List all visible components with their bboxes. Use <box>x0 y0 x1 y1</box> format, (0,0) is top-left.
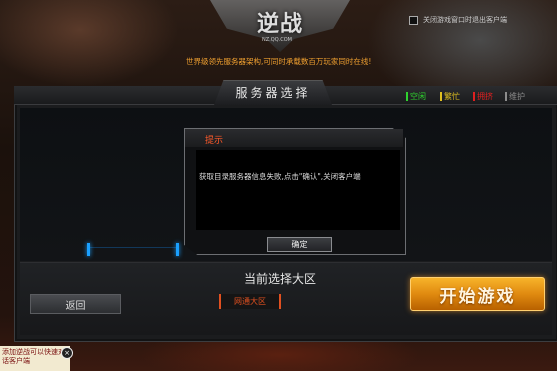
idle-status-icon <box>406 92 408 101</box>
legend-label: 空闲 <box>410 92 426 101</box>
selected-zone-chip: 网通大区 <box>219 294 281 309</box>
logo-text: 逆战 <box>256 12 303 37</box>
legend-label: 维护 <box>509 92 525 101</box>
close-icon[interactable]: × <box>61 347 73 359</box>
legend-idle: 空闲 <box>406 91 426 102</box>
start-game-button[interactable]: 开始游戏 <box>410 277 545 311</box>
zone-tab-right-marker <box>176 243 179 256</box>
server-notice: 世界级领先服务器架构,可同时承载数百万玩家同时在线! <box>186 57 372 66</box>
legend-crowded: 拥挤 <box>473 91 493 102</box>
dialog-body <box>196 150 400 230</box>
panel-title: 服务器选择 <box>235 86 311 100</box>
logo-subtext: NZ.QQ.COM <box>262 37 292 43</box>
legend-label: 拥挤 <box>477 92 493 101</box>
zone-tab-underline <box>90 247 176 248</box>
dialog-message: 获取目录服务器信息失败,点击"确认",关闭客户端 <box>199 172 361 181</box>
legend-maintenance: 维护 <box>505 91 525 102</box>
checkbox-label: 关闭游戏窗口时退出客户端 <box>423 16 507 24</box>
zone-tab-left-marker <box>87 243 90 256</box>
side-promo-note[interactable]: 添加逆战可以快速对话客户端 <box>0 346 70 371</box>
legend-label: 繁忙 <box>444 92 460 101</box>
confirm-button[interactable]: 确定 <box>267 237 332 252</box>
back-button[interactable]: 返回 <box>30 294 121 314</box>
checkbox[interactable] <box>409 15 418 25</box>
crowded-status-icon <box>473 92 475 101</box>
legend-busy: 繁忙 <box>440 91 460 102</box>
current-zone-label: 当前选择大区 <box>244 272 317 286</box>
maintenance-status-icon <box>505 92 507 101</box>
dialog-title: 提示 <box>205 136 224 146</box>
exit-on-close-option[interactable]: 关闭游戏窗口时退出客户端 <box>409 15 507 25</box>
busy-status-icon <box>440 92 442 101</box>
